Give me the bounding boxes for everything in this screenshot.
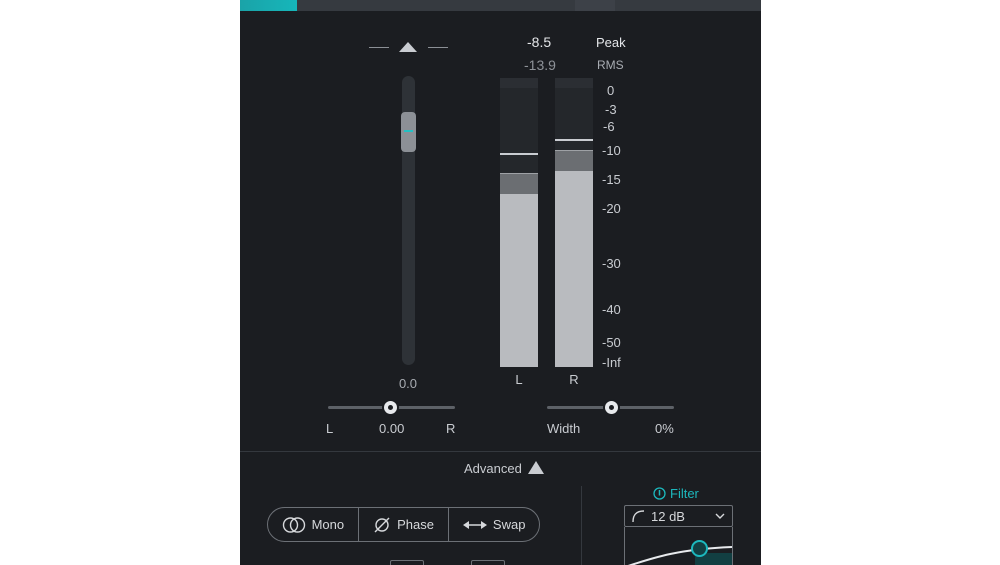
scale-tick: -3 — [605, 102, 617, 117]
scale-tick: -30 — [602, 256, 621, 271]
filter-slope-dropdown[interactable]: 12 dB — [624, 505, 733, 527]
meter-fill — [500, 194, 538, 367]
scale-tick: -6 — [603, 119, 615, 134]
section-divider-vertical — [581, 486, 582, 565]
pan-left-label: L — [326, 421, 334, 436]
fader-dash-left — [369, 47, 389, 48]
width-slider-knob[interactable] — [603, 399, 620, 416]
pan-value[interactable]: 0.00 — [379, 421, 404, 436]
mono-icon — [282, 516, 305, 533]
width-value[interactable]: 0% — [655, 421, 674, 436]
meter-band — [500, 174, 538, 194]
chevron-down-icon — [715, 513, 725, 519]
fader-handle-indicator — [404, 130, 413, 132]
gain-fader-handle[interactable] — [401, 112, 416, 152]
triangle-up-icon[interactable] — [528, 461, 544, 474]
meter-right — [555, 78, 593, 367]
rms-label: RMS — [597, 58, 624, 72]
mono-button[interactable]: Mono — [268, 508, 359, 541]
meter-cap — [555, 78, 593, 88]
scale-tick: 0 — [607, 83, 615, 98]
top-tab-bar — [240, 0, 761, 11]
filter-toggle[interactable]: Filter — [653, 486, 699, 501]
phase-button[interactable]: Phase — [359, 508, 450, 541]
bottom-control[interactable] — [471, 560, 505, 565]
meter-left — [500, 78, 538, 367]
filter-response-graph[interactable] — [624, 527, 733, 565]
fader-dash-right — [428, 47, 448, 48]
filter-cutoff-handle[interactable] — [691, 540, 708, 557]
scale-tick: -20 — [602, 201, 621, 216]
meter-band — [555, 151, 593, 171]
scale-tick: -40 — [602, 302, 621, 317]
top-tab[interactable] — [575, 0, 615, 11]
pan-slider-knob[interactable] — [382, 399, 399, 416]
filter-slope-value: 12 dB — [651, 508, 685, 524]
slope-curve-icon — [632, 510, 645, 523]
peak-label: Peak — [596, 35, 626, 50]
phase-label: Phase — [397, 517, 434, 532]
rms-hold-line — [500, 173, 538, 174]
rms-hold-line — [555, 150, 593, 151]
bottom-control[interactable] — [390, 560, 424, 565]
filter-title: Filter — [670, 486, 699, 501]
meter-left-label: L — [515, 372, 523, 387]
scale-tick: -10 — [602, 143, 621, 158]
rms-value: -13.9 — [524, 57, 556, 73]
scale-tick: -50 — [602, 335, 621, 350]
meter-fill — [555, 171, 593, 367]
phase-invert-icon — [374, 517, 390, 532]
scale-tick: -15 — [602, 172, 621, 187]
swap-arrows-icon — [462, 520, 487, 529]
active-tab-indicator[interactable] — [240, 0, 297, 11]
advanced-toggle-label[interactable]: Advanced — [464, 461, 522, 476]
width-label: Width — [547, 421, 581, 436]
meter-cap — [500, 78, 538, 88]
pan-right-label: R — [446, 421, 456, 436]
triangle-up-icon[interactable] — [399, 42, 417, 52]
mono-label: Mono — [311, 517, 345, 532]
stereo-imager-panel: 0.0 -8.5 Peak -13.9 RMS L R 0 -3 -6 -10 … — [240, 0, 761, 565]
section-divider — [240, 451, 761, 452]
peak-value: -8.5 — [527, 34, 552, 50]
filter-curve — [627, 546, 732, 565]
scale-tick: -Inf — [602, 355, 621, 370]
power-icon — [653, 487, 666, 500]
peak-hold-line — [555, 139, 593, 141]
peak-hold-line — [500, 153, 538, 155]
gain-value[interactable]: 0.0 — [378, 376, 438, 391]
meter-right-label: R — [569, 372, 579, 387]
swap-button[interactable]: Swap — [449, 508, 539, 541]
swap-label: Swap — [492, 517, 526, 532]
channel-operations-group: Mono Phase Swap — [267, 507, 540, 542]
